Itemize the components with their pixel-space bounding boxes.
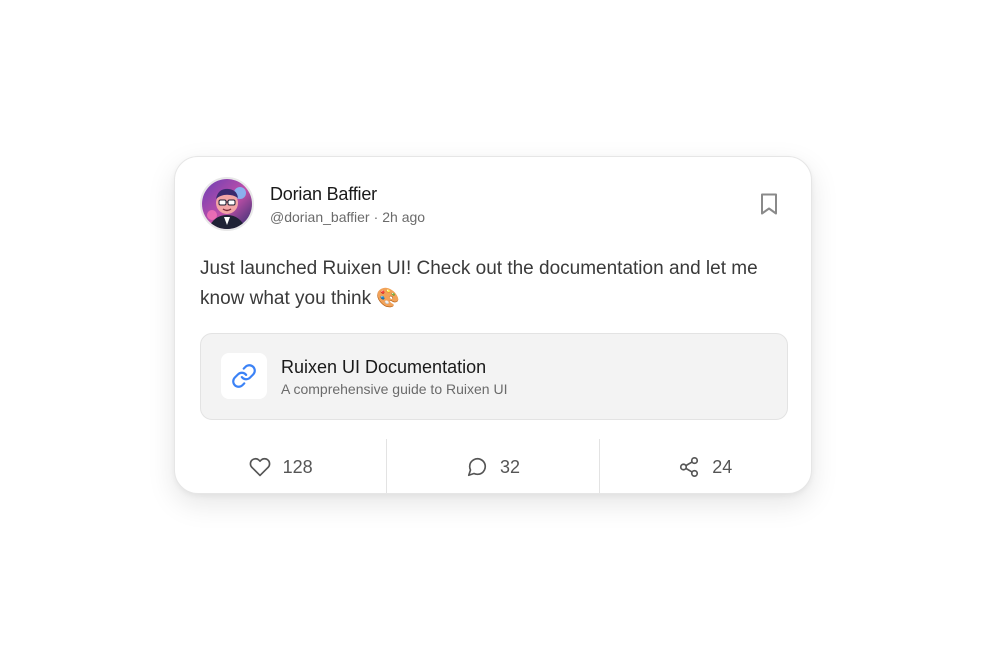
- bookmark-button[interactable]: [754, 189, 784, 219]
- comment-icon: [466, 456, 488, 478]
- link-icon-container: [221, 353, 267, 399]
- post-timestamp: 2h ago: [382, 209, 426, 225]
- share-count: 24: [712, 456, 733, 477]
- post-card: Dorian Baffier @dorian_baffier · 2h ago Ju…: [174, 156, 812, 494]
- author-handle[interactable]: @dorian_baffier: [270, 209, 370, 225]
- avatar-illustration-icon: [202, 179, 252, 229]
- post-meta: @dorian_baffier · 2h ago: [270, 209, 425, 225]
- link-preview-description: A comprehensive guide to Ruixen UI: [281, 381, 508, 397]
- author-avatar[interactable]: [200, 177, 254, 231]
- post-header: Dorian Baffier @dorian_baffier · 2h ago: [200, 177, 786, 233]
- share-icon: [678, 456, 700, 478]
- share-button[interactable]: 24: [598, 439, 811, 493]
- link-preview-title[interactable]: Ruixen UI Documentation: [281, 357, 486, 378]
- like-count: 128: [282, 456, 313, 477]
- link-icon: [232, 364, 256, 388]
- heart-icon: [249, 456, 271, 478]
- post-text: Just launched Ruixen UI! Check out the d…: [200, 258, 758, 309]
- author-name[interactable]: Dorian Baffier: [270, 184, 377, 205]
- like-button[interactable]: 128: [175, 439, 386, 493]
- link-preview-card[interactable]: Ruixen UI Documentation A comprehensive …: [200, 333, 788, 420]
- post-actions: 128 32 24: [175, 439, 811, 493]
- comment-count: 32: [499, 456, 520, 477]
- meta-separator: ·: [373, 209, 379, 225]
- bookmark-icon: [761, 193, 777, 215]
- comment-button[interactable]: 32: [386, 439, 598, 493]
